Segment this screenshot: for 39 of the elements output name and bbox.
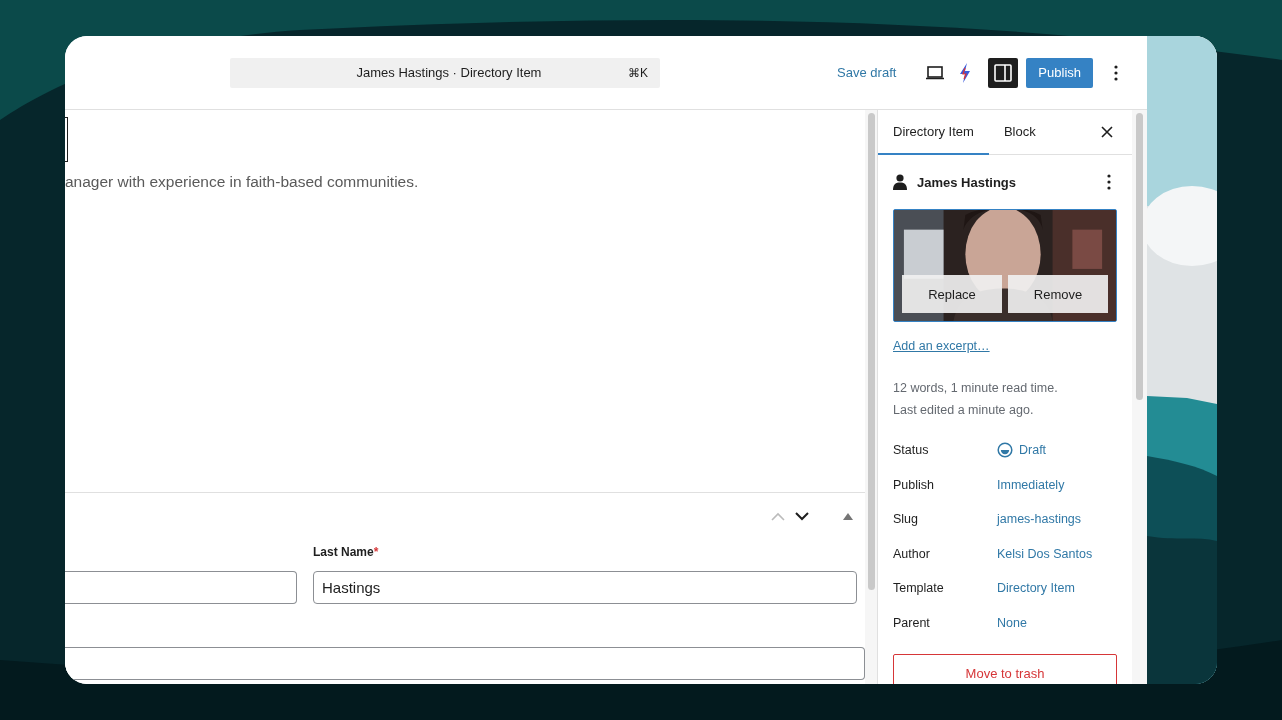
chevron-up-icon: [771, 511, 785, 521]
block-outline: [65, 117, 68, 162]
summary-label: Parent: [893, 615, 931, 630]
scrollbar-thumb[interactable]: [1136, 113, 1143, 400]
add-excerpt-link[interactable]: Add an excerpt…: [893, 338, 990, 354]
person-icon: [893, 174, 907, 190]
status-button[interactable]: Draft: [997, 442, 1047, 459]
summary-value-link[interactable]: Immediately: [997, 477, 1065, 492]
scrollbar-thumb[interactable]: [868, 113, 875, 590]
sidebar-tab[interactable]: Block: [988, 110, 1051, 155]
sidebar-toggle-button[interactable]: [988, 57, 1019, 88]
summary-value-link[interactable]: james-hastings: [997, 512, 1082, 527]
publish-button[interactable]: Publish: [1026, 57, 1093, 88]
summary-label: Publish: [893, 477, 935, 492]
summary-label: Status: [893, 443, 930, 458]
summary-label: Template: [893, 581, 945, 596]
move-to-trash-button[interactable]: Move to trash: [893, 654, 1117, 684]
summary-value-link[interactable]: Directory Item: [997, 581, 1075, 596]
text-field[interactable]: [65, 647, 865, 680]
sidebar-tab[interactable]: Directory Item: [878, 110, 989, 155]
chevron-down-icon: [795, 511, 809, 521]
command-bar[interactable]: James Hastings · Directory Item ⌘K: [230, 57, 660, 88]
post-stats-text: Last edited a minute ago.: [893, 402, 1035, 419]
status-icon: [997, 442, 1013, 459]
text-field[interactable]: Hastings: [313, 571, 857, 604]
sidebar-icon: [994, 63, 1013, 82]
summary-value-link[interactable]: None: [997, 615, 1027, 630]
triangle-up-icon: [843, 512, 853, 520]
summary-value-link[interactable]: Kelsi Dos Santos: [997, 546, 1093, 561]
paragraph-text: anager with experience in faith-based communities.: [65, 172, 420, 192]
post-title: James Hastings: [917, 174, 1016, 190]
image-action-button[interactable]: Replace: [902, 275, 1002, 313]
field-label: Last Name*: [313, 545, 380, 559]
text-field[interactable]: [65, 571, 297, 604]
save-draft-button[interactable]: Save draft: [829, 59, 905, 86]
post-stats-text: 12 words, 1 minute read time.: [893, 380, 1059, 397]
summary-label: Author: [893, 546, 931, 561]
image-action-button[interactable]: Remove: [1008, 275, 1108, 313]
summary-label: Slug: [893, 512, 920, 527]
